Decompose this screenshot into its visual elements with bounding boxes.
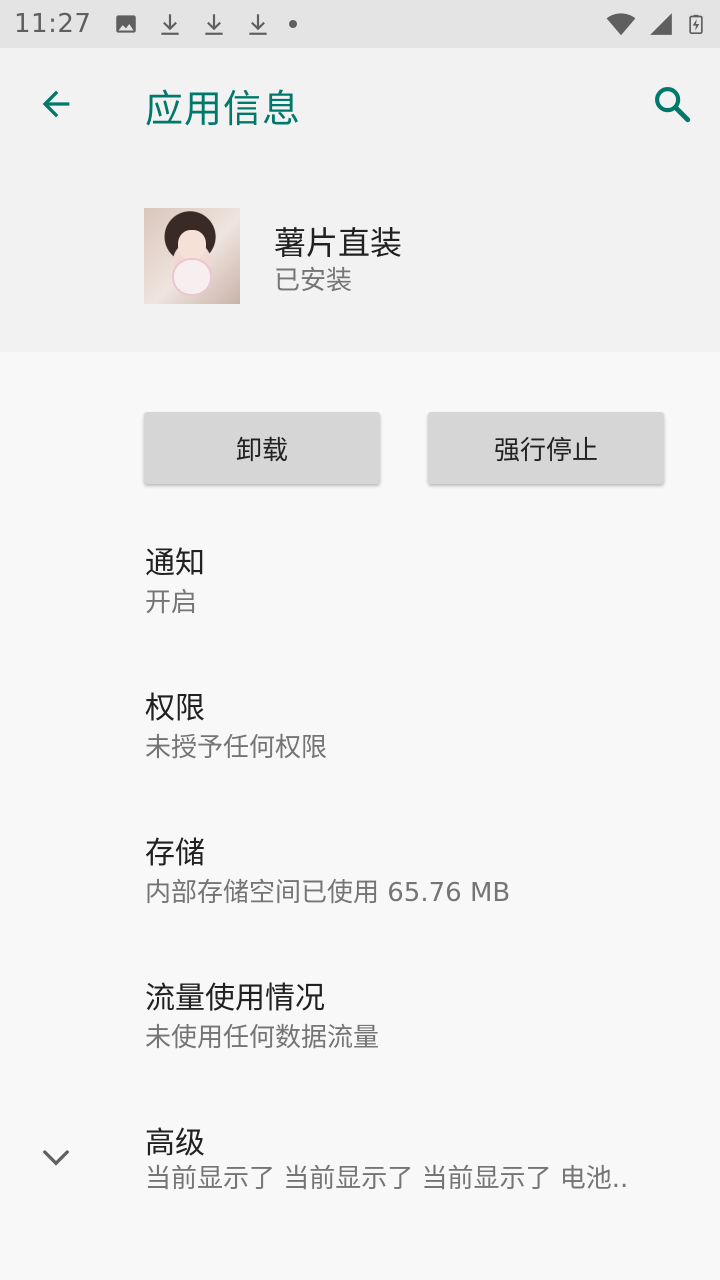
list-item-summary: 当前显示了 当前显示了 当前显示了 电池.. xyxy=(145,1164,629,1194)
download-icon xyxy=(205,14,224,35)
list-item-title: 通知 xyxy=(145,546,205,581)
list-item-title: 高级 xyxy=(145,1126,205,1161)
list-item-title: 流量使用情况 xyxy=(145,981,325,1016)
chevron-down-icon[interactable] xyxy=(38,1140,74,1176)
advanced-item[interactable]: 高级 当前显示了 当前显示了 当前显示了 电池.. xyxy=(0,1100,720,1245)
back-button[interactable] xyxy=(28,76,84,132)
dot-icon xyxy=(289,20,298,28)
status-time: 11:27 xyxy=(14,9,92,39)
wifi-icon xyxy=(606,13,636,36)
download-icon xyxy=(249,14,268,35)
app-icon xyxy=(144,208,240,304)
permissions-item[interactable]: 权限 未授予任何权限 xyxy=(0,665,720,810)
arrow-back-icon xyxy=(42,90,70,118)
page-title: 应用信息 xyxy=(145,87,302,131)
list-item-summary: 开启 xyxy=(145,588,198,618)
status-bar: 11:27 xyxy=(0,0,720,48)
data-usage-item[interactable]: 流量使用情况 未使用任何数据流量 xyxy=(0,955,720,1100)
system-icons xyxy=(606,9,706,39)
image-icon xyxy=(116,15,137,33)
app-header: 应用信息 薯片直装 已安装 xyxy=(0,48,720,352)
list-item-title: 存储 xyxy=(145,836,205,871)
app-name: 薯片直装 xyxy=(274,224,403,262)
notifications-item[interactable]: 通知 开启 xyxy=(0,520,720,665)
app-icon-toy xyxy=(172,258,212,296)
uninstall-button[interactable]: 卸载 xyxy=(144,412,380,484)
search-icon xyxy=(655,87,691,123)
signal-icon xyxy=(650,13,672,35)
force-stop-button[interactable]: 强行停止 xyxy=(428,412,664,484)
toolbar: 应用信息 xyxy=(0,48,720,160)
app-icon-face xyxy=(178,230,206,260)
notification-icons xyxy=(113,11,298,37)
list-item-summary: 未授予任何权限 xyxy=(145,733,328,763)
storage-item[interactable]: 存储 内部存储空间已使用 65.76 MB xyxy=(0,810,720,955)
list-item-title: 权限 xyxy=(145,691,205,726)
list-item-summary: 未使用任何数据流量 xyxy=(145,1023,380,1053)
search-button[interactable] xyxy=(644,76,700,132)
list-item-summary: 内部存储空间已使用 65.76 MB xyxy=(145,878,511,908)
download-icon xyxy=(161,14,180,35)
app-install-status: 已安装 xyxy=(274,266,353,296)
battery-charging-icon xyxy=(689,14,703,34)
